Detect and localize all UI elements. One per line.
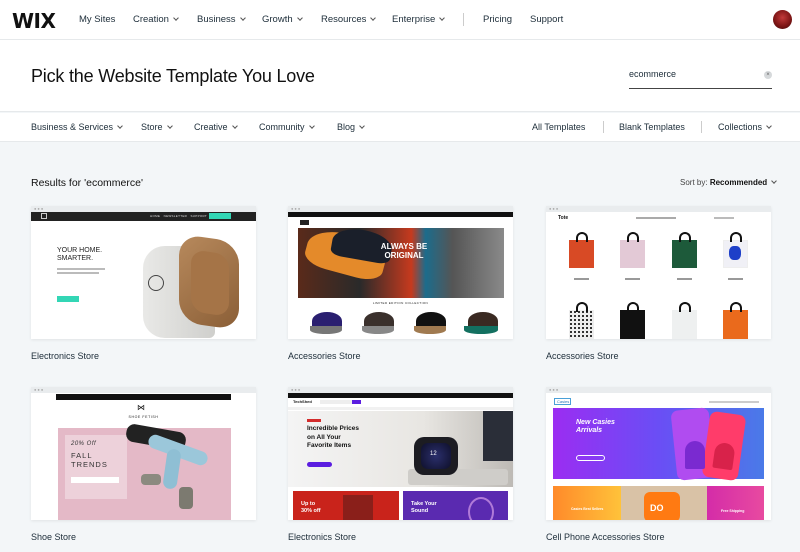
page-title: Pick the Website Template You Love xyxy=(31,66,315,86)
wix-logo[interactable]: WIX xyxy=(12,9,56,33)
preview-brand: TechShed xyxy=(293,399,312,404)
template-name[interactable]: Electronics Store xyxy=(288,532,356,542)
user-avatar[interactable] xyxy=(773,10,792,29)
chevron-down-icon xyxy=(166,123,173,129)
category-community[interactable]: Community xyxy=(259,122,315,132)
search-box: × xyxy=(629,62,772,89)
chevron-down-icon xyxy=(439,15,446,21)
blank-templates-link[interactable]: Blank Templates xyxy=(619,122,685,132)
top-navigation: WIX My Sites Creation Business Growth Re… xyxy=(0,0,800,40)
collections-dropdown[interactable]: Collections xyxy=(718,122,772,132)
preview-headline: ALWAYS BE ORIGINAL xyxy=(380,242,428,260)
chevron-down-icon xyxy=(117,123,123,129)
template-thumbnail[interactable]: ●●● Tote xyxy=(546,206,771,339)
nav-divider xyxy=(463,13,464,26)
template-name[interactable]: Accessories Store xyxy=(546,351,619,361)
nav-support[interactable]: Support xyxy=(530,14,563,25)
category-bar: Business & Services Store Creative Commu… xyxy=(0,113,800,142)
nav-pricing[interactable]: Pricing xyxy=(483,14,512,25)
preview-brand: SHOE FETISH xyxy=(128,415,159,419)
chevron-down-icon xyxy=(231,123,238,129)
template-name[interactable]: Shoe Store xyxy=(31,532,76,542)
chevron-down-icon xyxy=(308,123,315,129)
category-business-services[interactable]: Business & Services xyxy=(31,122,123,132)
template-name[interactable]: Cell Phone Accessories Store xyxy=(546,532,665,542)
nav-my-sites[interactable]: My Sites xyxy=(79,14,115,25)
nav-creation[interactable]: Creation xyxy=(133,14,179,25)
category-blog[interactable]: Blog xyxy=(337,122,365,132)
clear-search-icon[interactable]: × xyxy=(764,71,772,79)
template-thumbnail[interactable]: ●●● ⋈ SHOE FETISH 20% Off FALL TRENDS xyxy=(31,387,256,520)
template-thumbnail[interactable]: ●●● ALWAYS BE ORIGINAL LIMITED EDITION CO… xyxy=(288,206,513,339)
preview-headline: New Casies Arrivals xyxy=(576,419,615,434)
template-thumbnail[interactable]: ●●● TechShed Incredible Prices on All You… xyxy=(288,387,513,520)
category-store[interactable]: Store xyxy=(141,122,173,132)
chevron-down-icon xyxy=(359,123,365,129)
results-heading: Results for 'ecommerce' xyxy=(31,177,143,189)
nav-growth[interactable]: Growth xyxy=(262,14,303,25)
category-divider xyxy=(603,121,604,133)
chevron-down-icon xyxy=(370,15,377,21)
nav-resources[interactable]: Resources xyxy=(321,14,377,25)
template-thumbnail[interactable]: ●●● Casies New Casies Arrivals Casies Bes… xyxy=(546,387,771,520)
preview-brand: Casies xyxy=(554,398,571,405)
category-creative[interactable]: Creative xyxy=(194,122,238,132)
preview-headline: Incredible Prices on All Your Favorite Ite… xyxy=(307,425,360,449)
preview-brand: Tote xyxy=(558,215,569,221)
chevron-down-icon xyxy=(173,15,179,21)
nav-business[interactable]: Business xyxy=(197,14,246,25)
chevron-down-icon xyxy=(771,178,778,184)
chevron-down-icon xyxy=(239,15,246,21)
preview-headline: FALL TRENDS xyxy=(71,451,108,469)
template-name[interactable]: Electronics Store xyxy=(31,351,99,361)
page-header: Pick the Website Template You Love × xyxy=(0,40,800,112)
chevron-down-icon xyxy=(766,123,772,129)
bow-icon: ⋈ xyxy=(137,403,145,412)
preview-headline: YOUR HOME. SMARTER. xyxy=(57,247,103,262)
category-divider xyxy=(701,121,702,133)
nav-enterprise[interactable]: Enterprise xyxy=(392,14,446,25)
all-templates-link[interactable]: All Templates xyxy=(532,122,585,132)
template-name[interactable]: Accessories Store xyxy=(288,351,361,361)
sort-dropdown[interactable]: Sort by: Recommended xyxy=(680,178,778,187)
search-input[interactable] xyxy=(629,69,749,79)
chevron-down-icon xyxy=(296,15,303,21)
template-thumbnail[interactable]: ●●● HOME NEWSLETTER SUPPORT YOUR HOME. SM… xyxy=(31,206,256,339)
